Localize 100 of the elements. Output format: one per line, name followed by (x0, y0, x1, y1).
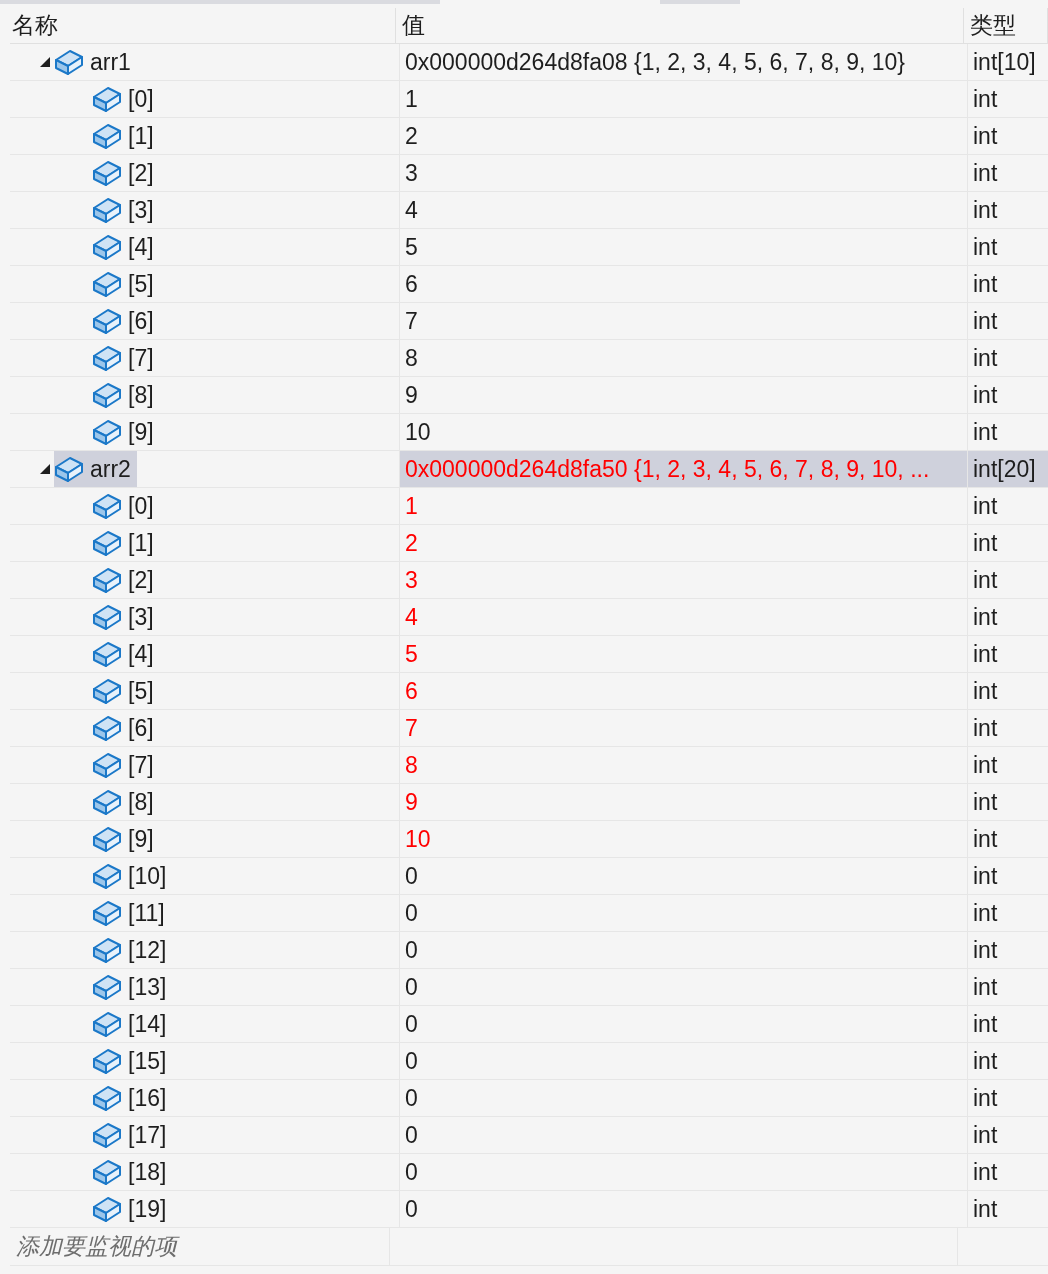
variable-type: int (973, 714, 998, 742)
variable-value: 0 (405, 936, 418, 964)
cube-icon (92, 677, 122, 705)
variable-value: 7 (405, 714, 418, 742)
variable-type: int (973, 1084, 998, 1112)
cube-icon (92, 751, 122, 779)
cube-icon (92, 566, 122, 594)
variable-name: [3] (127, 196, 154, 224)
variable-name: [13] (127, 973, 167, 1001)
variable-name: [9] (127, 825, 154, 853)
variable-name: [4] (127, 640, 154, 668)
column-header[interactable]: 值 (396, 8, 964, 43)
variable-value: 0 (405, 1195, 418, 1223)
cube-icon (92, 788, 122, 816)
variable-value: 3 (405, 159, 418, 187)
cube-icon (92, 1121, 122, 1149)
variable-name: [19] (127, 1195, 167, 1223)
variable-type: int (973, 751, 998, 779)
variable-value: 6 (405, 677, 418, 705)
variable-value: 5 (405, 233, 418, 261)
variable-type: int (973, 233, 998, 261)
variable-type: int (973, 1158, 998, 1186)
variable-name: arr1 (89, 48, 131, 76)
cube-icon (92, 344, 122, 372)
variable-name: [6] (127, 307, 154, 335)
cube-icon (92, 1195, 122, 1223)
variable-name: [11] (127, 899, 165, 927)
cube-icon (92, 85, 122, 113)
variable-value: 0 (405, 1084, 418, 1112)
variable-type: int (973, 492, 998, 520)
variable-name: [1] (127, 529, 154, 557)
variable-type: int (973, 270, 998, 298)
variable-type: int (973, 1121, 998, 1149)
variable-name: [0] (127, 85, 154, 113)
variable-type: int (973, 159, 998, 187)
variable-type: int (973, 85, 998, 113)
variable-name: [3] (127, 603, 154, 631)
cube-icon (92, 529, 122, 557)
variable-value: 0 (405, 1047, 418, 1075)
variable-name: [15] (127, 1047, 167, 1075)
variable-type: int (973, 344, 998, 372)
variable-type: int (973, 529, 998, 557)
variable-type: int (973, 566, 998, 594)
variable-value: 0 (405, 1010, 418, 1038)
variable-name: [0] (127, 492, 154, 520)
cube-icon (92, 714, 122, 742)
variable-name: [5] (127, 270, 154, 298)
variable-value: 0 (405, 973, 418, 1001)
variable-name: [1] (127, 122, 154, 150)
variable-name: [5] (127, 677, 154, 705)
variable-value: 5 (405, 640, 418, 668)
variable-name: [14] (127, 1010, 167, 1038)
variable-name: [8] (127, 788, 154, 816)
variable-name: [9] (127, 418, 154, 446)
variable-value: 0 (405, 1158, 418, 1186)
cube-icon (92, 1010, 122, 1038)
variable-type: int (973, 418, 998, 446)
column-header[interactable]: 名称 (6, 8, 396, 43)
variable-value: 4 (405, 603, 418, 631)
variable-type: int (973, 1010, 998, 1038)
variable-name: [8] (127, 381, 154, 409)
column-header[interactable]: 类型 (964, 8, 1048, 43)
variable-value: 0x000000d264d8fa08 {1, 2, 3, 4, 5, 6, 7, 8, 9, 10} (405, 48, 906, 76)
variable-type: int (973, 936, 998, 964)
variable-value: 9 (405, 788, 418, 816)
variable-name: [17] (127, 1121, 167, 1149)
variable-name: [18] (127, 1158, 167, 1186)
variable-type: int (973, 1195, 998, 1223)
variable-name: [2] (127, 566, 154, 594)
variable-value: 4 (405, 196, 418, 224)
cube-icon (92, 1084, 122, 1112)
variable-value: 0 (405, 862, 418, 890)
cube-icon (92, 122, 122, 150)
cube-icon (92, 936, 122, 964)
variable-name: [6] (127, 714, 154, 742)
variable-type: int (973, 307, 998, 335)
variable-type: int (973, 899, 998, 927)
variable-name: [16] (127, 1084, 167, 1112)
variable-value: 8 (405, 344, 418, 372)
variable-type: int (973, 973, 998, 1001)
variable-value: 1 (405, 85, 418, 113)
variable-type: int (973, 862, 998, 890)
cube-icon (92, 418, 122, 446)
variable-type: int (973, 603, 998, 631)
cube-icon (92, 899, 122, 927)
variable-type: int (973, 825, 998, 853)
cube-icon (92, 1047, 122, 1075)
cube-icon (92, 973, 122, 1001)
variable-name: [10] (127, 862, 167, 890)
variable-value: 0 (405, 1121, 418, 1149)
cube-icon (92, 825, 122, 853)
variable-type: int (973, 788, 998, 816)
variable-value: 2 (405, 122, 418, 150)
cube-icon (54, 455, 84, 483)
cube-icon (92, 492, 122, 520)
variable-value: 0x000000d264d8fa50 {1, 2, 3, 4, 5, 6, 7, 8, 9, 10, ... (405, 455, 930, 483)
variable-value: 3 (405, 566, 418, 594)
cube-icon (92, 862, 122, 890)
variable-type: int (973, 1047, 998, 1075)
variable-value: 0 (405, 899, 418, 927)
